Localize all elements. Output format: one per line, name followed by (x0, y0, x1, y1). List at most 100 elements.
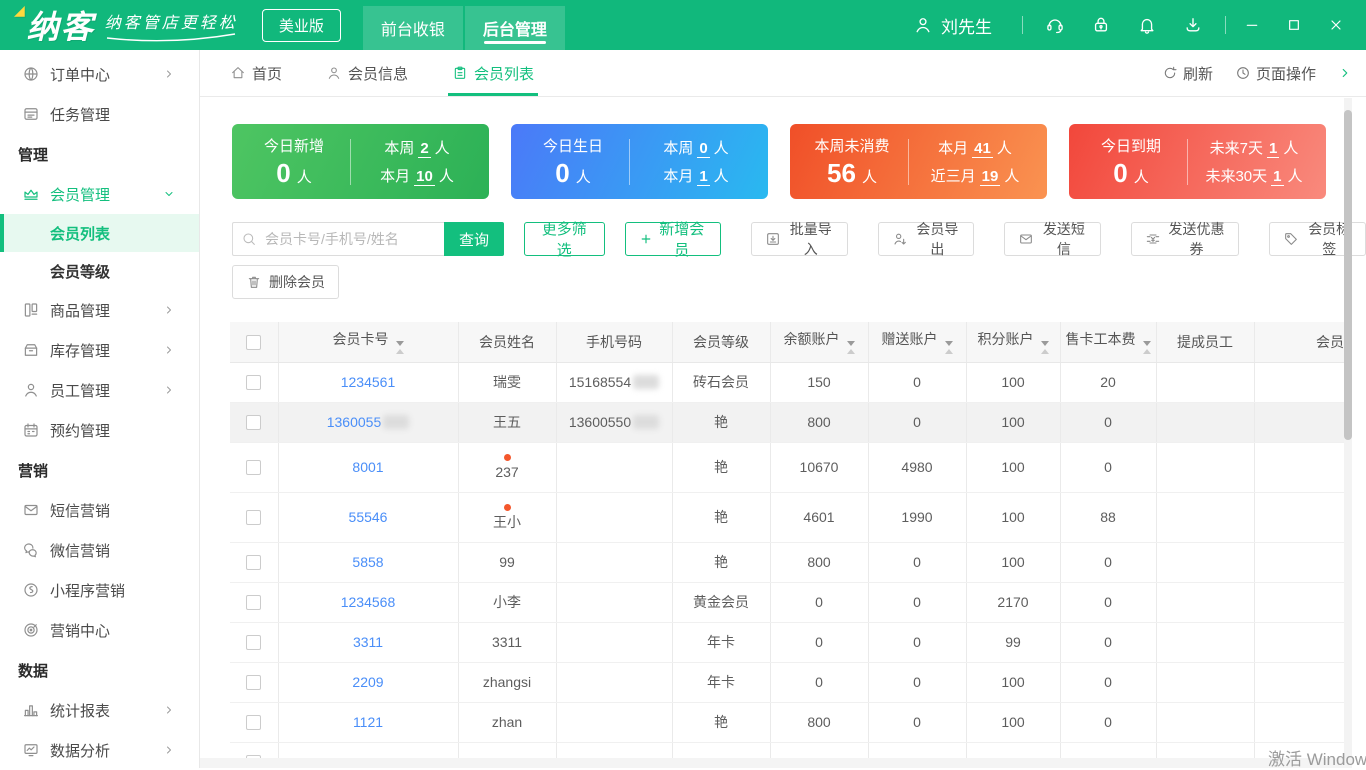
member-card-link[interactable]: 3311 (353, 634, 383, 650)
maximize-icon[interactable] (1286, 17, 1302, 33)
sort-icon[interactable] (945, 341, 953, 354)
user-menu[interactable]: 刘先生 (913, 13, 992, 38)
stat-row-value[interactable]: 41 (972, 140, 993, 158)
row-checkbox[interactable] (246, 675, 261, 690)
member-card-link[interactable]: 8001 (352, 459, 383, 475)
query-button[interactable]: 查询 (444, 222, 504, 256)
column-header-0[interactable]: 会员卡号 (278, 322, 458, 362)
stat-row-value[interactable]: 1 (1271, 168, 1283, 186)
page-tab-2[interactable]: 会员列表 (452, 50, 534, 96)
row-checkbox[interactable] (246, 635, 261, 650)
sidebar-item-12[interactable]: 微信营销 (0, 530, 199, 570)
member-card-link[interactable]: 1234568 (341, 594, 396, 610)
sidebar-item-3[interactable]: 会员管理 (0, 174, 199, 214)
sort-icon[interactable] (396, 341, 404, 354)
send-sms-button[interactable]: 发送短信 (1004, 222, 1101, 256)
close-icon[interactable] (1328, 17, 1344, 33)
page-tab-0[interactable]: 首页 (230, 50, 282, 96)
page-tab-1[interactable]: 会员信息 (326, 50, 408, 96)
batch-import-button[interactable]: 批量导入 (751, 222, 848, 256)
member-card-link[interactable]: 1234561 (341, 374, 396, 390)
sort-icon[interactable] (1041, 341, 1049, 354)
page-action-operations[interactable]: 页面操作 (1235, 63, 1316, 84)
sidebar-subitem-4[interactable]: 会员列表 (0, 214, 199, 252)
member-card-link[interactable]: 2209 (352, 674, 383, 690)
row-checkbox[interactable] (246, 595, 261, 610)
vertical-scrollbar (1344, 98, 1352, 768)
import-icon (765, 231, 781, 247)
cell-points: 100 (966, 402, 1060, 442)
sidebar-item-9[interactable]: 预约管理 (0, 410, 199, 450)
chevron-right-icon[interactable] (1338, 66, 1352, 80)
sidebar-subitem-5[interactable]: 会员等级 (0, 252, 199, 290)
sidebar-item-8[interactable]: 员工管理 (0, 370, 199, 410)
row-checkbox[interactable] (246, 415, 261, 430)
edition-button[interactable]: 美业版 (262, 9, 341, 42)
clipboard-icon (452, 65, 468, 81)
column-header-5[interactable]: 赠送账户 (868, 322, 966, 362)
member-card-link[interactable]: 1360055 (327, 414, 382, 430)
search-input[interactable] (232, 222, 444, 256)
headset-icon[interactable] (1045, 15, 1065, 35)
row-checkbox[interactable] (246, 510, 261, 525)
sidebar-item-14[interactable]: 营销中心 (0, 610, 199, 650)
stat-row-value[interactable]: 19 (980, 168, 1001, 186)
lock-icon[interactable] (1091, 15, 1111, 35)
sidebar-subitem-label: 会员列表 (50, 223, 110, 244)
sidebar-item-11[interactable]: 短信营销 (0, 490, 199, 530)
column-header-2: 手机号码 (556, 322, 672, 362)
stat-row-value[interactable]: 1 (697, 168, 709, 186)
member-table-wrap: 会员卡号会员姓名手机号码会员等级余额账户赠送账户积分账户售卡工本费提成员工会员生… (230, 322, 1344, 760)
stat-row-value[interactable]: 10 (414, 168, 435, 186)
row-checkbox[interactable] (246, 715, 261, 730)
stat-row-value[interactable]: 2 (418, 140, 430, 158)
cell-staff (1156, 702, 1254, 742)
calendar-icon (22, 421, 40, 439)
stat-card-value: 0人 (276, 158, 311, 189)
select-all-checkbox[interactable] (246, 335, 261, 350)
topbar-tab-cashier[interactable]: 前台收银 (363, 6, 463, 50)
cell-birthday (1254, 402, 1344, 442)
column-header-6[interactable]: 积分账户 (966, 322, 1060, 362)
stat-card-value: 0人 (555, 158, 590, 189)
sidebar-item-1[interactable]: 任务管理 (0, 94, 199, 134)
row-checkbox[interactable] (246, 460, 261, 475)
stat-row-value[interactable]: 1 (1267, 140, 1279, 158)
sort-icon[interactable] (1143, 341, 1151, 354)
column-label: 余额账户 (784, 331, 840, 347)
sort-icon[interactable] (847, 341, 855, 354)
row-checkbox[interactable] (246, 555, 261, 570)
topbar-tab-admin[interactable]: 后台管理 (465, 6, 565, 50)
add-member-button[interactable]: 新增会员 (625, 222, 721, 256)
column-header-4[interactable]: 余额账户 (770, 322, 868, 362)
sidebar-item-6[interactable]: 商品管理 (0, 290, 199, 330)
scrollbar-thumb[interactable] (1344, 110, 1352, 440)
delete-member-button[interactable]: 删除会员 (232, 265, 339, 299)
minimize-icon[interactable] (1244, 17, 1260, 33)
stat-row-value[interactable]: 0 (697, 140, 709, 158)
page-action-refresh[interactable]: 刷新 (1162, 63, 1213, 84)
sidebar-item-16[interactable]: 统计报表 (0, 690, 199, 730)
sidebar-item-17[interactable]: 数据分析 (0, 730, 199, 768)
sidebar-item-13[interactable]: 小程序营销 (0, 570, 199, 610)
search-icon (241, 231, 257, 247)
download-icon[interactable] (1183, 15, 1203, 35)
bell-icon[interactable] (1137, 15, 1157, 35)
sidebar-section-10: 营销 (0, 450, 199, 490)
send-coupon-button[interactable]: 发送优惠券 (1131, 222, 1240, 256)
column-label: 会员生日 (1316, 334, 1344, 350)
stat-card-main: 本周未消费56人 (796, 135, 908, 189)
cell-points: 100 (966, 362, 1060, 402)
sidebar-item-7[interactable]: 库存管理 (0, 330, 199, 370)
column-header-7[interactable]: 售卡工本费 (1060, 322, 1156, 362)
member-card-link[interactable]: 5858 (352, 554, 383, 570)
table-row: 1234568小李黄金会员0021700 (230, 582, 1344, 622)
member-card-link[interactable]: 55546 (349, 509, 388, 525)
member-export-button[interactable]: 会员导出 (878, 222, 975, 256)
more-filters-button[interactable]: 更多筛选 (524, 222, 605, 256)
sidebar-item-0[interactable]: 订单中心 (0, 54, 199, 94)
cell-balance: 800 (770, 542, 868, 582)
cell-points: 100 (966, 492, 1060, 542)
row-checkbox[interactable] (246, 375, 261, 390)
member-card-link[interactable]: 1121 (353, 714, 383, 730)
